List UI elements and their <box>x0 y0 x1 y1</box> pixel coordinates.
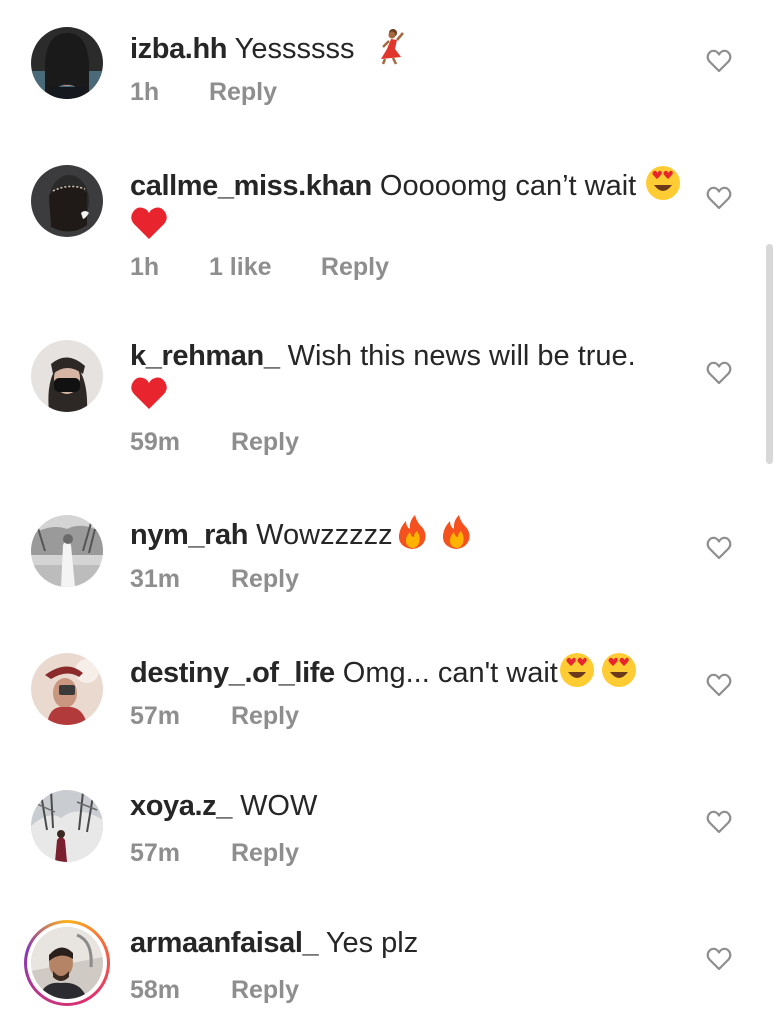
comment-username[interactable]: k_rehman_ <box>130 340 280 372</box>
avatar[interactable] <box>31 165 103 237</box>
heart-eyes-emoji <box>558 651 596 689</box>
comment-meta: 58m Reply <box>130 976 299 1005</box>
comment-text: callme_miss.khan Ooooomg can’t wait <box>130 164 685 244</box>
comment-username[interactable]: xoya.z_ <box>130 790 232 822</box>
comment-text: destiny_.of_life Omg... can't wait <box>130 651 685 691</box>
heart-eyes-emoji <box>644 164 682 202</box>
comment-body: Yes plz <box>325 927 419 959</box>
comment-username[interactable]: izba.hh <box>130 33 227 65</box>
comment-meta: 59m Reply <box>130 428 299 457</box>
comment-body: Wowzzzzz <box>256 519 393 551</box>
reply-button[interactable]: Reply <box>231 565 299 594</box>
avatar[interactable] <box>31 927 103 999</box>
heart-outline-icon[interactable] <box>706 361 732 385</box>
heart-outline-icon[interactable] <box>706 536 732 560</box>
comment-body: Ooooomg can’t wait <box>379 170 637 202</box>
comment-meta: 1h Reply <box>130 78 277 107</box>
comment-text: nym_rah Wowzzzzz <box>130 513 685 553</box>
heart-outline-icon[interactable] <box>706 947 732 971</box>
avatar[interactable] <box>31 653 103 725</box>
avatar[interactable] <box>31 340 103 412</box>
comment-text: armaanfaisal_ Yes plz <box>130 925 685 961</box>
heart-outline-icon[interactable] <box>706 673 732 697</box>
scrollbar[interactable] <box>766 244 773 464</box>
comment-meta: 57m Reply <box>130 839 299 868</box>
comment-timestamp: 59m <box>130 428 181 456</box>
comment-username[interactable]: armaanfaisal_ <box>130 927 319 959</box>
dancer-emoji <box>371 27 409 65</box>
comment-timestamp: 58m <box>130 976 181 1004</box>
comment-meta: 57m Reply <box>130 702 299 731</box>
comment-meta: 1h 1 like Reply <box>130 253 389 282</box>
comment-timestamp: 1h <box>130 253 160 281</box>
comment-text: xoya.z_ WOW <box>130 788 685 824</box>
reply-button[interactable]: Reply <box>231 976 299 1005</box>
heart-eyes-emoji <box>600 651 638 689</box>
comment-body: Omg... can't wait <box>342 657 558 689</box>
comment-timestamp: 31m <box>130 565 181 593</box>
reply-button[interactable]: Reply <box>231 428 299 457</box>
comment-body: Wish this news will be true. <box>287 340 636 372</box>
comment-body: Yessssss <box>234 33 355 65</box>
heart-outline-icon[interactable] <box>706 810 732 834</box>
comment-timestamp: 57m <box>130 839 181 867</box>
story-ring[interactable] <box>24 920 110 1006</box>
comment-body: WOW <box>240 790 318 822</box>
reply-button[interactable]: Reply <box>231 839 299 868</box>
red-heart-emoji <box>130 374 168 412</box>
avatar[interactable] <box>31 27 103 99</box>
comment-meta: 31m Reply <box>130 565 299 594</box>
comment-username[interactable]: nym_rah <box>130 519 248 551</box>
heart-outline-icon[interactable] <box>706 49 732 73</box>
comment-text: izba.hh Yessssss <box>130 27 685 67</box>
fire-emoji <box>393 513 431 551</box>
like-count[interactable]: 1 like <box>209 253 314 282</box>
comment-username[interactable]: destiny_.of_life <box>130 657 335 689</box>
heart-outline-icon[interactable] <box>706 186 732 210</box>
comment-timestamp: 57m <box>130 702 181 730</box>
reply-button[interactable]: Reply <box>231 702 299 731</box>
comment-username[interactable]: callme_miss.khan <box>130 170 372 202</box>
reply-button[interactable]: Reply <box>321 253 389 282</box>
fire-emoji <box>437 513 475 551</box>
comment-timestamp: 1h <box>130 78 160 106</box>
reply-button[interactable]: Reply <box>209 78 277 107</box>
avatar[interactable] <box>31 790 103 862</box>
red-heart-emoji <box>130 204 168 242</box>
comment-text: k_rehman_ Wish this news will be true. <box>130 338 685 414</box>
avatar[interactable] <box>31 515 103 587</box>
